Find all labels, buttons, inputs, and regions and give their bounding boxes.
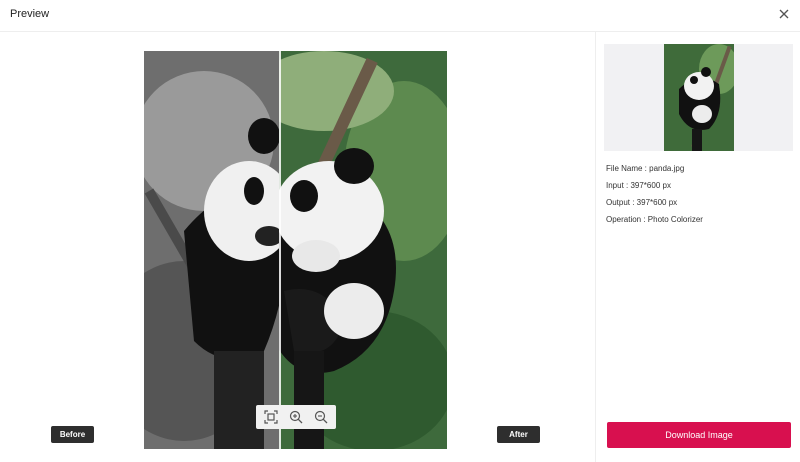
thumbnail-frame [604, 44, 793, 151]
file-name-text: File Name : panda.jpg [606, 164, 685, 173]
before-image [144, 51, 279, 449]
output-size-text: Output : 397*600 px [606, 198, 678, 207]
thumbnail-image [664, 44, 734, 151]
after-label: After [497, 426, 540, 443]
zoom-out-icon[interactable] [310, 407, 332, 427]
close-icon[interactable] [776, 6, 792, 22]
panel-divider [595, 32, 596, 462]
download-image-button[interactable]: Download Image [607, 422, 791, 448]
fit-screen-icon[interactable] [260, 407, 282, 427]
modal-title: Preview [10, 8, 50, 20]
before-label: Before [51, 426, 94, 443]
input-size-text: Input : 397*600 px [606, 181, 671, 190]
split-handle[interactable] [279, 51, 281, 449]
operation-text: Operation : Photo Colorizer [606, 215, 703, 224]
zoom-in-icon[interactable] [285, 407, 307, 427]
modal-header: Preview [0, 0, 800, 32]
zoom-toolbar [256, 405, 336, 429]
comparison-canvas[interactable] [144, 51, 447, 449]
